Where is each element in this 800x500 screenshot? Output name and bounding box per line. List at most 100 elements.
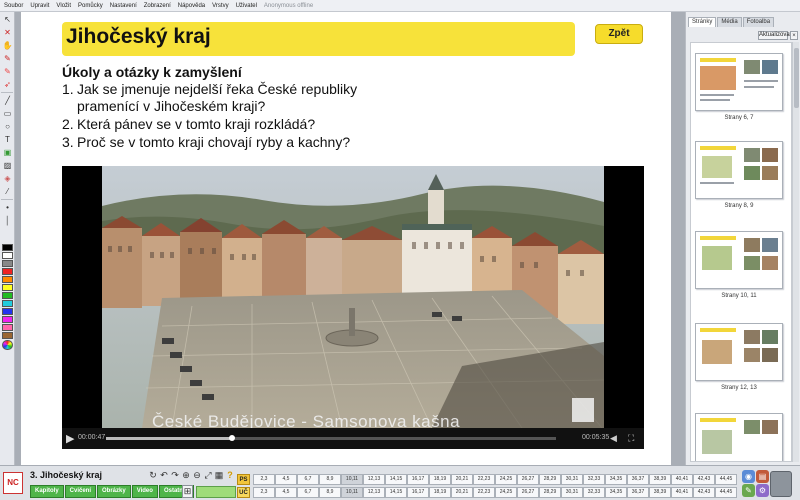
textbook-page-cell[interactable]: 28,29 (539, 487, 561, 498)
workbook-page-cell[interactable]: 16,17 (407, 474, 429, 485)
pointer-tool-icon[interactable]: ↖ (2, 14, 13, 25)
dictionary-icon[interactable]: ▤ (756, 470, 769, 483)
images-button[interactable]: Obrázky (97, 485, 131, 498)
workbook-page-cell[interactable]: 2,3 (253, 474, 275, 485)
grid-icon[interactable]: ▦ (214, 470, 224, 481)
text-tool-icon[interactable]: T (2, 134, 13, 145)
color-swatch-black[interactable] (2, 244, 13, 251)
workbook-page-cell[interactable]: 38,39 (649, 474, 671, 485)
workbook-page-cell[interactable]: 30,31 (561, 474, 583, 485)
fit-screen-icon[interactable]: ⤢ (203, 470, 213, 481)
textbook-page-cell[interactable]: 22,23 (473, 487, 495, 498)
tab-pages[interactable]: Stránky (688, 17, 717, 27)
color-swatch-white[interactable] (2, 252, 13, 259)
pen-tool-icon[interactable]: ✎ (2, 53, 13, 64)
close-panel-button[interactable]: × (790, 31, 798, 40)
textbook-page-cell[interactable]: 2,3 (253, 487, 275, 498)
textbook-page-cell[interactable]: 20,21 (451, 487, 473, 498)
textbook-page-cell[interactable]: 40,41 (671, 487, 693, 498)
fill-tool-icon[interactable]: ▣ (2, 147, 13, 158)
color-swatch-gray[interactable] (2, 260, 13, 267)
color-swatch-pink[interactable] (2, 324, 13, 331)
menu-soubor[interactable]: Soubor (4, 3, 23, 9)
workbook-page-cell[interactable]: 34,35 (605, 474, 627, 485)
workbook-page-cell[interactable]: 20,21 (451, 474, 473, 485)
notes-icon[interactable]: ✎ (742, 484, 755, 497)
page-thumbnail[interactable] (695, 53, 783, 111)
page-thumbnail[interactable] (695, 231, 783, 289)
video-seekbar[interactable] (106, 435, 556, 441)
textbook-page-cell[interactable]: 32,33 (583, 487, 605, 498)
page-thumbnail[interactable] (695, 323, 783, 381)
workbook-page-cell[interactable]: 12,13 (363, 474, 385, 485)
tab-photo-albums[interactable]: Fotoalba (742, 17, 775, 27)
fullscreen-icon[interactable]: ⛶ (628, 433, 634, 444)
hand-tool-icon[interactable]: ✋ (2, 40, 13, 51)
video-button[interactable]: Video (131, 485, 158, 498)
workbook-page-cell[interactable]: 42,43 (693, 474, 715, 485)
eyedropper-tool-icon[interactable]: ⁄ (2, 186, 13, 197)
workbook-page-cell[interactable]: 10,11 (341, 474, 363, 485)
workbook-page-cell[interactable]: 36,37 (627, 474, 649, 485)
ellipse-tool-icon[interactable]: ○ (2, 121, 13, 132)
textbook-page-cell[interactable]: 24,25 (495, 487, 517, 498)
textbook-page-cell[interactable]: 16,17 (407, 487, 429, 498)
exercises-button[interactable]: Cvičení (64, 485, 97, 498)
textbook-page-cell[interactable]: 12,13 (363, 487, 385, 498)
zoom-out-icon[interactable]: ⊖ (192, 470, 202, 481)
refresh-button[interactable]: Aktualizovat (758, 31, 791, 40)
workbook-page-cell[interactable]: 18,19 (429, 474, 451, 485)
workbook-page-cell[interactable]: 8,9 (319, 474, 341, 485)
chapters-button[interactable]: Kapitoly (30, 485, 64, 498)
highlighter-tool-icon[interactable]: ✎ (2, 66, 13, 77)
video-seek-handle[interactable] (229, 435, 235, 441)
line-width-slider-icon[interactable]: │ (2, 215, 13, 226)
color-swatch-red[interactable] (2, 268, 13, 275)
help-icon[interactable]: ? (225, 470, 235, 481)
workbook-page-cell[interactable]: 24,25 (495, 474, 517, 485)
textbook-page-cell[interactable]: 18,19 (429, 487, 451, 498)
textbook-page-cell[interactable]: 30,31 (561, 487, 583, 498)
undo-icon[interactable]: ↶ (159, 470, 169, 481)
menu-pomucky[interactable]: Pomůcky (78, 3, 103, 9)
rectangle-tool-icon[interactable]: ▭ (2, 108, 13, 119)
page-thumbnail[interactable] (695, 141, 783, 199)
textbook-page-cell[interactable]: 34,35 (605, 487, 627, 498)
textbook-page-cell[interactable]: 4,5 (275, 487, 297, 498)
tab-media[interactable]: Média (717, 17, 742, 27)
color-swatch-blue[interactable] (2, 308, 13, 315)
zoom-in-icon[interactable]: ⊕ (181, 470, 191, 481)
textbook-page-cell[interactable]: 6,7 (297, 487, 319, 498)
workbook-page-cell[interactable]: 4,5 (275, 474, 297, 485)
color-swatch-magenta[interactable] (2, 316, 13, 323)
play-icon[interactable]: ▶ (66, 432, 74, 445)
workbook-page-cell[interactable]: 32,33 (583, 474, 605, 485)
menu-napoveda[interactable]: Nápověda (178, 3, 205, 9)
video-frame[interactable]: České Budějovice - Samsonova kašna (102, 166, 604, 428)
line-tool-icon[interactable]: ╱ (2, 95, 13, 106)
thumbnails-scrollbar[interactable] (792, 42, 799, 462)
eraser-tool-icon[interactable]: ◈ (2, 173, 13, 184)
workbook-page-cell[interactable]: 22,23 (473, 474, 495, 485)
reset-icon[interactable]: ↻ (148, 470, 158, 481)
line-width-icon[interactable]: • (2, 202, 13, 213)
color-swatch-green[interactable] (2, 292, 13, 299)
workbook-page-cell[interactable]: 44,45 (715, 474, 737, 485)
color-swatch-yellow[interactable] (2, 284, 13, 291)
color-swatch-brown[interactable] (2, 332, 13, 339)
workbook-page-cell[interactable]: 14,15 (385, 474, 407, 485)
page-thumbnail[interactable] (695, 413, 783, 461)
textbook-page-cell[interactable]: 26,27 (517, 487, 539, 498)
textbook-page-cell[interactable]: 8,9 (319, 487, 341, 498)
textbook-page-cell[interactable]: 44,45 (715, 487, 737, 498)
color-swatch-orange[interactable] (2, 276, 13, 283)
menu-vlozit[interactable]: Vložit (56, 3, 71, 9)
volume-icon[interactable]: ◀ (610, 433, 617, 444)
textbook-page-cell[interactable]: 38,39 (649, 487, 671, 498)
textbook-page-cell[interactable]: 36,37 (627, 487, 649, 498)
add-page-icon[interactable]: ⊞ (182, 485, 193, 498)
menu-zobrazeni[interactable]: Zobrazení (144, 3, 171, 9)
color-swatch-cyan[interactable] (2, 300, 13, 307)
redo-icon[interactable]: ↷ (170, 470, 180, 481)
workbook-page-cell[interactable]: 28,29 (539, 474, 561, 485)
